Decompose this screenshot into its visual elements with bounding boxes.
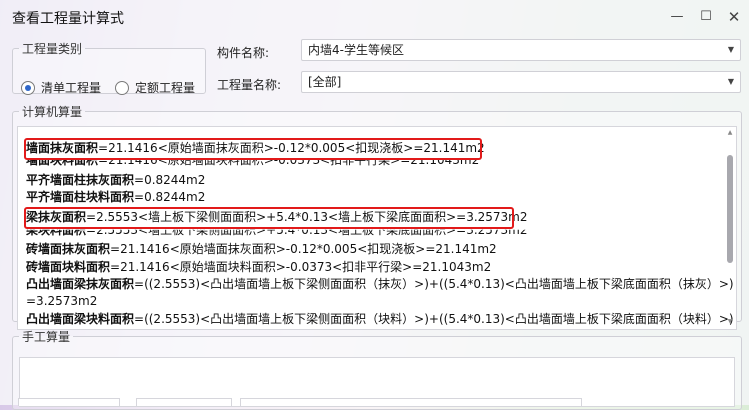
radio-selected-icon [21, 80, 35, 95]
scroll-down-icon[interactable]: ▼ [725, 318, 735, 325]
calc-line: 平齐墙面柱块料面积=0.8244m2 [26, 190, 206, 204]
quantity-name-select[interactable]: [全部] ▼ [301, 71, 741, 93]
maximize-button[interactable]: ☐ [693, 4, 719, 30]
calc-line: =3.2573m2 [26, 294, 98, 308]
highlight-box-beam-plaster [24, 207, 514, 229]
quantity-name-value: [全部] [308, 75, 342, 89]
component-name-value: 内墙4-学生等候区 [308, 43, 404, 57]
calc-text-area[interactable]: 墙面抹灰面积=21.1416<原始墙面抹灰面积>-0.12*0.005<扣现浇板… [17, 126, 737, 330]
bottom-controls-row [18, 398, 738, 406]
radio-unselected-icon [115, 80, 129, 95]
calc-line: 凸出墙面梁抹灰面积=((2.5553)<凸出墙面墙上板下梁侧面面积（抹灰）>)+… [26, 277, 734, 291]
radio-label: 定额工程量 [135, 81, 196, 95]
scroll-up-icon[interactable]: ▲ [725, 129, 735, 136]
chevron-down-icon: ▼ [727, 45, 734, 54]
minimize-button[interactable]: — [664, 4, 690, 30]
radio-label: 清单工程量 [41, 81, 102, 95]
computer-calc-legend: 计算机算量 [22, 105, 83, 119]
calc-line: 平齐墙面柱抹灰面积=0.8244m2 [26, 173, 206, 187]
quantity-name-label: 工程量名称: [217, 78, 282, 92]
highlight-box-wall-plaster [24, 138, 482, 160]
window-title: 查看工程量计算式 [12, 11, 124, 27]
manual-calc-legend: 手工算量 [22, 330, 71, 344]
quantity-type-legend: 工程量类别 [22, 42, 83, 56]
dialog-window: 查看工程量计算式 — ☐ ✕ 工程量类别 清单工程量 定额工程量 构件名称: 内… [0, 0, 749, 410]
close-button[interactable]: ✕ [721, 4, 747, 30]
calc-scrollbar[interactable]: ▲ ▼ [725, 129, 735, 325]
calc-line: 砖墙面抹灰面积=21.1416<原始墙面抹灰面积>-0.12*0.005<扣现浇… [26, 242, 497, 256]
radio-bill-quantity[interactable]: 清单工程量 [21, 79, 101, 96]
title-bar: 查看工程量计算式 — ☐ ✕ [0, 0, 749, 34]
component-name-select[interactable]: 内墙4-学生等候区 ▼ [301, 39, 741, 61]
component-name-label: 构件名称: [217, 46, 270, 60]
chevron-down-icon: ▼ [727, 77, 734, 86]
quantity-type-group: 工程量类别 清单工程量 定额工程量 [12, 40, 206, 96]
scroll-thumb[interactable] [727, 155, 733, 263]
calc-line: 砖墙面块料面积=21.1416<原始墙面块料面积>-0.0373<扣非平行梁>=… [26, 260, 492, 274]
radio-quota-quantity[interactable]: 定额工程量 [115, 79, 195, 96]
calc-line: 凸出墙面梁块料面积=((2.5553)<凸出墙面墙上板下梁侧面面积（块料）>)+… [26, 312, 734, 326]
computer-calc-group: 计算机算量 墙面抹灰面积=21.1416<原始墙面抹灰面积>-0.12*0.00… [12, 103, 742, 330]
